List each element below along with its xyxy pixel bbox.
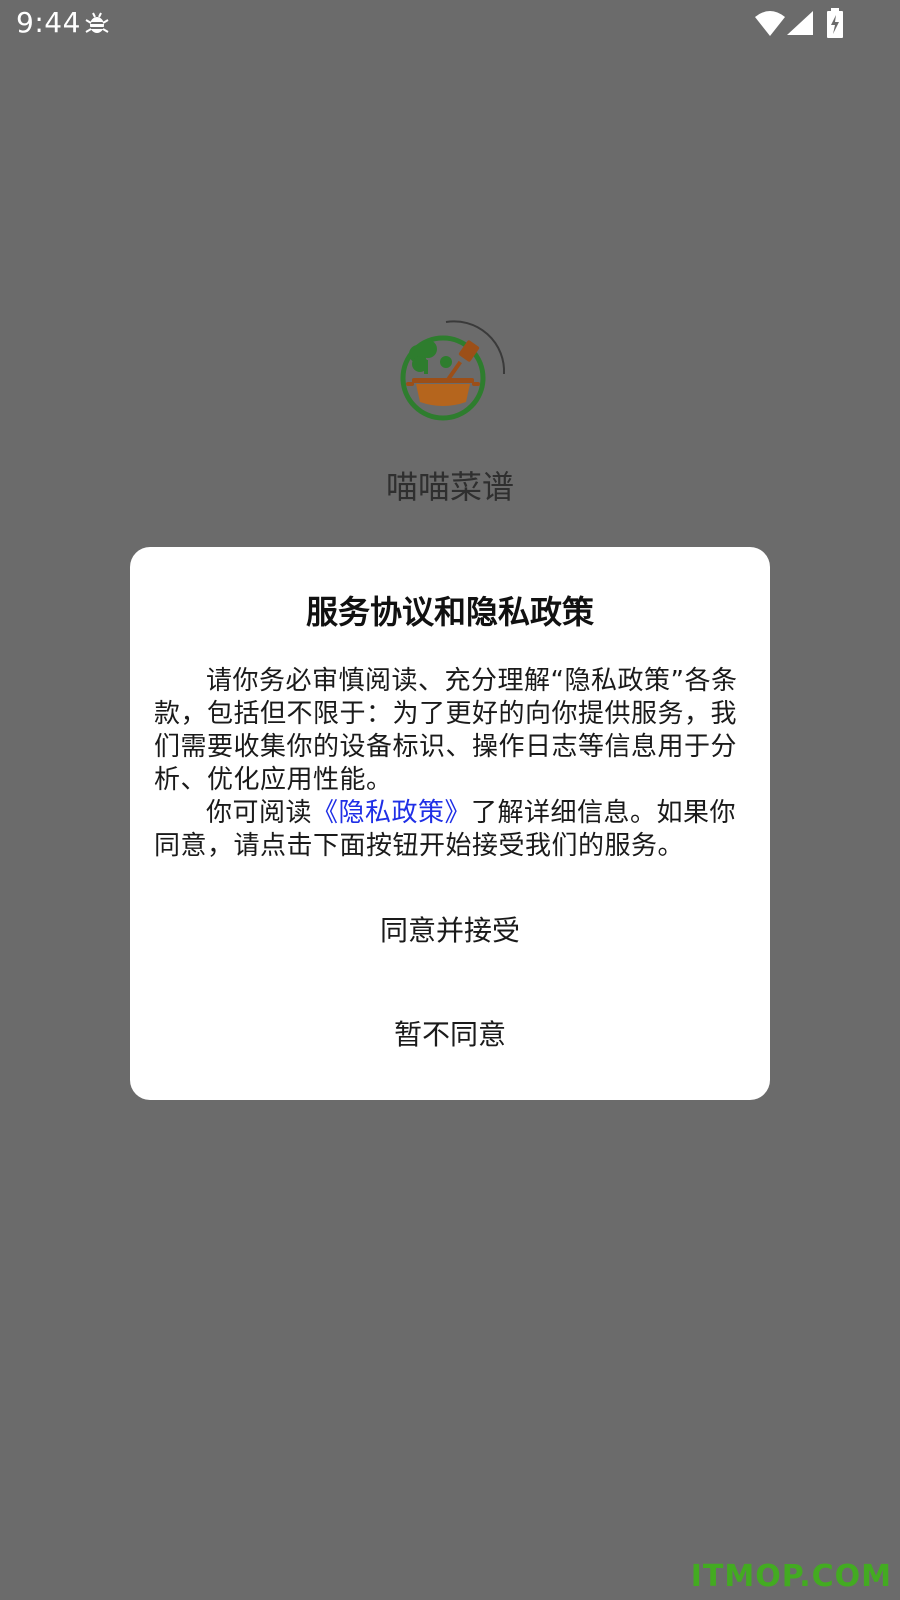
watermark: ITMOP.COM: [690, 1559, 892, 1594]
dialog-title: 服务协议和隐私政策: [305, 593, 594, 631]
agree-button[interactable]: 同意并接受: [130, 909, 770, 949]
wifi-icon: [755, 11, 785, 36]
disagree-button[interactable]: 暂不同意: [130, 1013, 770, 1053]
privacy-policy-link[interactable]: 《隐私政策》: [312, 798, 471, 828]
dialog-paragraph-2: 你可阅读《隐私政策》了解详细信息。如果你同意，请点击下面按钮开始接受我们的服务。: [154, 797, 748, 863]
status-bar: 9:44: [0, 0, 900, 48]
battery-charging-icon: [827, 8, 843, 38]
dialog-body: 请你务必审慎阅读、充分理解“隐私政策”各条款，包括但不限于：为了更好的向你提供服…: [154, 665, 748, 863]
status-time: 9:44: [16, 6, 81, 39]
splash-app-name: 喵喵菜谱: [385, 468, 514, 506]
paragraph-2-intro: 你可阅读: [206, 798, 313, 828]
debug-icon: [85, 12, 109, 33]
dialog-paragraph-1: 请你务必审慎阅读、充分理解“隐私政策”各条款，包括但不限于：为了更好的向你提供服…: [154, 666, 738, 795]
signal-icon: [787, 11, 813, 35]
app-logo-icon: [400, 320, 506, 421]
privacy-dialog: 服务协议和隐私政策 请你务必审慎阅读、充分理解“隐私政策”各条款，包括但不限于：…: [130, 547, 770, 1100]
